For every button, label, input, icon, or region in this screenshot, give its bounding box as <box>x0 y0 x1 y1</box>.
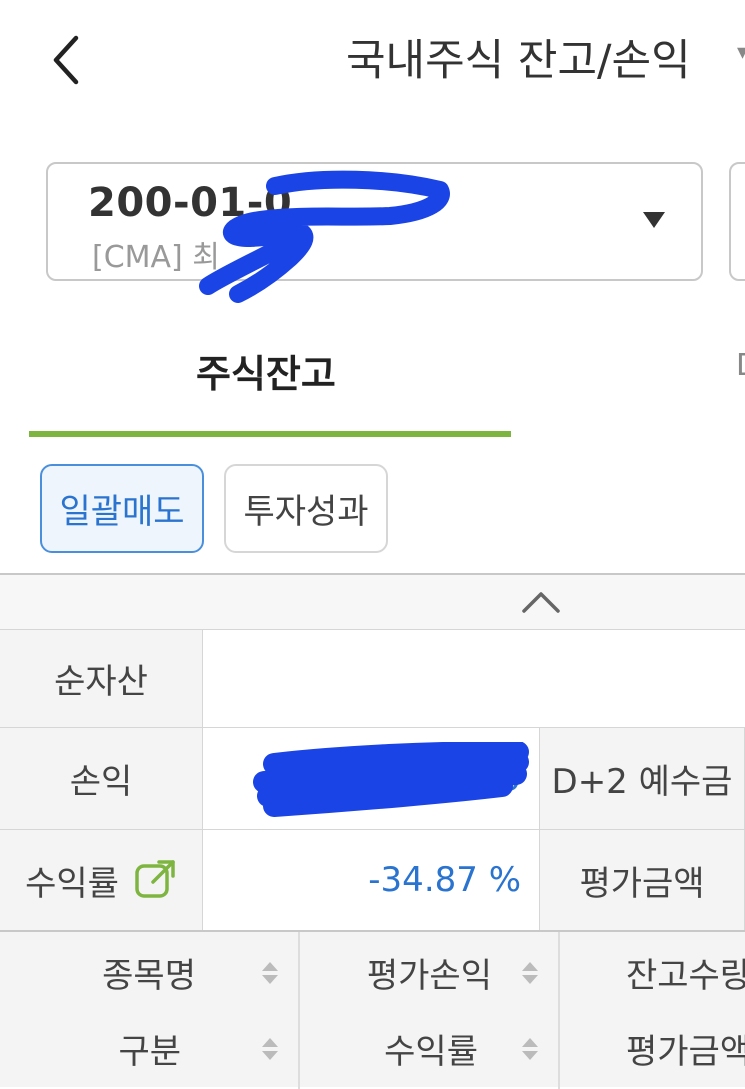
sort-eval-pnl[interactable]: 평가손익 <box>300 932 558 1008</box>
tab-stock-balance-label: 주식잔고 <box>196 352 336 396</box>
page-title[interactable]: 국내주식 잔고/손익 <box>346 26 691 88</box>
sort-icon <box>522 962 538 984</box>
chevron-up-icon <box>522 592 560 613</box>
top-bar: 국내주식 잔고/손익 ▾ <box>0 0 745 120</box>
summary-header <box>0 573 745 629</box>
sort-stock-name[interactable]: 종목명 <box>0 932 298 1008</box>
sort-eval-amount[interactable]: 평가금액 <box>560 1008 745 1084</box>
summary-row-net-assets: 순자산 <box>0 629 745 727</box>
sort-icon <box>262 1038 278 1060</box>
dropdown-arrow-icon <box>643 212 665 228</box>
col-return: 수익률 <box>384 1032 478 1072</box>
back-button[interactable] <box>46 32 90 88</box>
grid-col-name: 종목명 구분 <box>0 932 300 1089</box>
col-eval-amount: 평가금액 <box>626 1032 745 1072</box>
tab-stock-balance[interactable]: 주식잔고 <box>0 335 540 405</box>
sort-icon <box>262 962 278 984</box>
summary-row-return: 수익률 -34.87 % 평가금액 <box>0 829 745 930</box>
sort-icon <box>522 1038 538 1060</box>
deposit-label: D+2 예수금 <box>540 728 745 829</box>
title-dropdown-icon[interactable]: ▾ <box>737 40 745 65</box>
col-stock-name: 종목명 <box>102 956 196 996</box>
investment-performance-button[interactable]: 투자성과 <box>224 464 388 553</box>
tab-next[interactable]: D <box>736 348 745 383</box>
return-value: -34.87 % <box>203 830 540 930</box>
holdings-grid-header: 종목명 구분 평가손익 수익률 잔고수량 평가금액 <box>0 930 745 1089</box>
col-balance-qty: 잔고수량 <box>626 956 745 996</box>
grid-col-qty: 잔고수량 평가금액 <box>560 932 745 1089</box>
sort-return[interactable]: 수익률 <box>300 1008 558 1084</box>
pnl-value: 0 <box>203 728 540 829</box>
grid-col-pnl: 평가손익 수익률 <box>300 932 560 1089</box>
external-link-icon[interactable] <box>133 858 177 902</box>
sort-category[interactable]: 구분 <box>0 1008 298 1084</box>
sort-balance-qty[interactable]: 잔고수량 <box>560 932 745 1008</box>
col-category: 구분 <box>118 1032 181 1072</box>
account-type: [CMA] 최 <box>92 240 220 275</box>
bulk-sell-button[interactable]: 일괄매도 <box>40 464 204 553</box>
secondary-selector[interactable] <box>729 162 745 281</box>
pnl-label: 손익 <box>0 728 203 829</box>
account-selector[interactable]: 200-01-0 [CMA] 최 <box>46 162 703 281</box>
account-number: 200-01-0 <box>88 180 293 226</box>
net-assets-label: 순자산 <box>0 630 203 727</box>
pnl-value-text: 0 <box>499 758 521 799</box>
eval-amount-label: 평가금액 <box>540 830 745 930</box>
summary-row-pnl: 손익 0 D+2 예수금 <box>0 727 745 829</box>
col-eval-pnl: 평가손익 <box>366 956 492 996</box>
chevron-left-icon <box>53 35 79 85</box>
return-label-cell: 수익률 <box>0 830 203 930</box>
collapse-button[interactable] <box>520 585 562 619</box>
net-assets-value <box>203 630 745 727</box>
active-tab-indicator <box>29 431 511 437</box>
return-label: 수익률 <box>25 863 119 904</box>
